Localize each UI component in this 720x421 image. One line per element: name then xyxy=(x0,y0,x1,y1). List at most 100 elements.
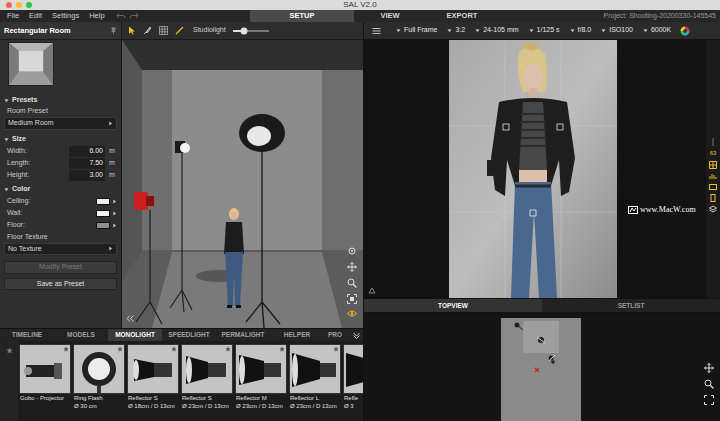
star-icon[interactable] xyxy=(117,346,123,352)
histogram-icon[interactable] xyxy=(709,172,717,180)
library-tab[interactable]: SPEEDLIGHT xyxy=(162,329,216,341)
mode-tab[interactable]: SETUP xyxy=(250,10,354,22)
expand-icon[interactable] xyxy=(4,98,9,103)
slider-knob[interactable] xyxy=(240,27,247,34)
star-icon[interactable] xyxy=(63,346,69,352)
star-icon[interactable] xyxy=(225,346,231,352)
menu-item[interactable]: Edit xyxy=(24,10,47,21)
library-tab[interactable]: PRO xyxy=(324,329,348,341)
dropdown-arrow-icon[interactable] xyxy=(108,121,113,126)
library-item[interactable]: Reflector LØ 23cm / D 13cm xyxy=(289,344,342,421)
dropdown-arrow-icon[interactable] xyxy=(108,246,113,251)
star-icon[interactable] xyxy=(171,346,177,352)
phone-icon[interactable] xyxy=(709,194,717,202)
library-item[interactable]: RefleØ 3 xyxy=(343,344,363,421)
expand-icon[interactable] xyxy=(4,137,9,142)
select-tool-icon[interactable] xyxy=(128,26,136,35)
eye-icon[interactable] xyxy=(347,310,357,317)
pin-icon[interactable] xyxy=(110,27,117,34)
menu-item[interactable]: File xyxy=(2,10,24,21)
library-tab[interactable]: MONOLIGHT xyxy=(108,329,162,341)
collapse-panel-icon[interactable] xyxy=(126,315,134,322)
size-field[interactable]: 3.00 xyxy=(69,170,105,181)
camera-setting[interactable]: 3:2 xyxy=(442,25,470,36)
library-item[interactable]: Reflector SØ 18cm / D 13cm xyxy=(127,344,180,421)
color-menu-icon[interactable] xyxy=(112,199,117,204)
color-wheel-icon[interactable] xyxy=(680,26,690,36)
color-swatch[interactable] xyxy=(96,222,110,229)
camera-preview[interactable]: www.MacW.com xyxy=(364,40,706,298)
close-button[interactable] xyxy=(6,2,12,8)
zoom-slider-icon[interactable] xyxy=(709,138,717,146)
dropdown-arrow-icon[interactable] xyxy=(396,28,401,33)
dropdown-arrow-icon[interactable] xyxy=(570,28,575,33)
redo-icon[interactable] xyxy=(129,12,139,20)
library-item[interactable]: Gobo - Projector xyxy=(19,344,72,421)
3d-viewport[interactable] xyxy=(122,40,363,328)
move-icon[interactable] xyxy=(347,262,357,272)
layers-icon[interactable] xyxy=(709,205,717,213)
dropdown-arrow-icon[interactable] xyxy=(643,28,648,33)
section-header[interactable]: Presets xyxy=(4,94,117,106)
dropdown-arrow-icon[interactable] xyxy=(475,28,480,33)
section-header[interactable]: Size xyxy=(4,134,117,146)
library-tab[interactable]: HELPER xyxy=(270,329,324,341)
section-header[interactable]: Color xyxy=(4,184,117,196)
camera-setting[interactable]: f/8.0 xyxy=(565,25,597,36)
minimize-button[interactable] xyxy=(16,2,22,8)
camera-setting[interactable]: ISO100 xyxy=(596,25,638,36)
orbit-icon[interactable] xyxy=(347,246,357,256)
pan-icon[interactable] xyxy=(704,363,714,373)
library-thumbnail[interactable] xyxy=(235,344,287,394)
dropdown-arrow-icon[interactable] xyxy=(529,28,534,33)
mode-tab[interactable]: VIEW xyxy=(354,10,426,22)
camera-setting[interactable]: 6000K xyxy=(638,25,676,36)
zoom-icon[interactable] xyxy=(347,278,357,288)
preset-button[interactable]: Save as Preset xyxy=(4,278,117,291)
preview-options-icon[interactable] xyxy=(368,287,376,294)
expand-icon[interactable] xyxy=(4,187,9,192)
library-thumbnail[interactable] xyxy=(289,344,341,394)
dropdown[interactable]: No Texture xyxy=(4,243,117,256)
star-icon[interactable] xyxy=(279,346,285,352)
menu-item[interactable]: Help xyxy=(84,10,109,21)
color-menu-icon[interactable] xyxy=(112,211,117,216)
dropdown-arrow-icon[interactable] xyxy=(447,28,452,33)
size-field[interactable]: 7.50 xyxy=(69,158,105,169)
color-swatch[interactable] xyxy=(96,198,110,205)
library-thumbnail[interactable] xyxy=(343,344,363,394)
library-thumbnail[interactable] xyxy=(73,344,125,394)
library-thumbnail[interactable] xyxy=(19,344,71,394)
camera-menu-icon[interactable] xyxy=(372,27,381,35)
studiolight-slider[interactable] xyxy=(233,30,269,32)
top-view[interactable] xyxy=(364,313,720,421)
library-tab[interactable]: MODELS xyxy=(54,329,108,341)
star-icon[interactable] xyxy=(6,347,13,354)
camera-setting[interactable]: Full Frame xyxy=(391,25,442,36)
library-item[interactable]: Reflector SØ 23cm / D 13cm xyxy=(181,344,234,421)
library-item[interactable]: Reflector MØ 23cm / D 13cm xyxy=(235,344,288,421)
library-thumbnail[interactable] xyxy=(127,344,179,394)
line-tool-icon[interactable] xyxy=(175,26,184,35)
dropdown[interactable]: Medium Room xyxy=(4,117,117,130)
library-thumbnail[interactable] xyxy=(181,344,233,394)
menu-item[interactable]: Settings xyxy=(47,10,84,21)
frame-icon[interactable] xyxy=(709,183,717,191)
view-tab[interactable]: TOPVIEW xyxy=(364,299,542,312)
library-tab[interactable]: TIMELINE xyxy=(0,329,54,341)
fit-view-icon[interactable] xyxy=(704,395,714,405)
collapse-library-icon[interactable] xyxy=(353,332,361,339)
undo-icon[interactable] xyxy=(116,12,126,20)
dropdown-arrow-icon[interactable] xyxy=(601,28,606,33)
fit-view-icon[interactable] xyxy=(347,294,357,304)
zoom-icon[interactable] xyxy=(704,379,714,389)
grid-overlay-icon[interactable] xyxy=(709,161,717,169)
camera-setting[interactable]: 1/125 s xyxy=(524,25,565,36)
color-menu-icon[interactable] xyxy=(112,223,117,228)
library-item[interactable]: Ring FlashØ 30 cm xyxy=(73,344,126,421)
mode-tab[interactable]: EXPORT xyxy=(426,10,498,22)
brush-tool-icon[interactable] xyxy=(143,26,152,35)
size-field[interactable]: 6.00 xyxy=(69,146,105,157)
grid-tool-icon[interactable] xyxy=(159,26,168,35)
star-icon[interactable] xyxy=(333,346,339,352)
